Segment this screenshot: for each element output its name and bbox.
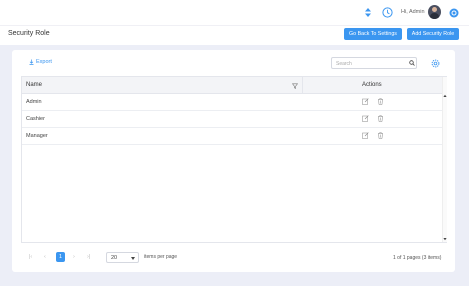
search-box[interactable] [331, 57, 417, 69]
scroll-up-icon[interactable] [443, 94, 447, 98]
previous-page-icon[interactable]: ‹ [44, 254, 46, 260]
filter-icon[interactable] [292, 83, 298, 89]
table-row: Manager [22, 128, 442, 145]
next-page-icon[interactable]: › [73, 254, 75, 260]
row-name: Admin [26, 99, 42, 105]
first-page-icon[interactable]: |‹ [29, 254, 32, 260]
edit-icon[interactable] [362, 98, 369, 105]
column-header-name[interactable]: Name [26, 82, 42, 88]
delete-icon[interactable] [377, 115, 384, 122]
column-settings-gear-icon[interactable] [430, 58, 440, 68]
delete-icon[interactable] [377, 98, 384, 105]
page-size-value: 20 [111, 255, 118, 261]
table-row: Admin [22, 94, 442, 111]
vertical-scrollbar[interactable] [442, 77, 447, 242]
export-label: Export [36, 59, 52, 65]
page-number-button[interactable]: 1 [56, 252, 65, 262]
items-per-page-label: items per page [144, 254, 178, 260]
download-icon [29, 59, 34, 65]
row-name: Cashier [26, 116, 45, 122]
table-row: Cashier [22, 111, 442, 128]
pager-info: 1 of 1 pages (3 items) [393, 255, 442, 261]
edit-icon[interactable] [362, 115, 369, 122]
chevron-down-icon [131, 257, 135, 260]
export-button[interactable]: Export [29, 59, 52, 65]
sort-arrows-icon[interactable] [363, 6, 372, 18]
pager: |‹ ‹ 1 › ›| 20 items per page 1 of 1 pag… [21, 250, 447, 266]
go-back-to-settings-button[interactable]: Go Back To Settings [344, 28, 402, 40]
page-title: Security Role [8, 30, 50, 37]
edit-icon[interactable] [362, 132, 369, 139]
search-input[interactable] [336, 60, 402, 67]
delete-icon[interactable] [377, 132, 384, 139]
scroll-down-icon[interactable] [443, 237, 447, 241]
top-bar [0, 0, 469, 25]
column-divider [302, 77, 303, 94]
search-icon[interactable] [409, 60, 415, 66]
page-size-select[interactable]: 20 [106, 252, 139, 263]
avatar[interactable] [428, 5, 441, 19]
column-header-actions: Actions [362, 82, 382, 88]
user-greeting: Hi, Admin [401, 9, 425, 15]
data-grid: Name Actions Admin Cashier Manager [21, 76, 447, 243]
grid-header: Name Actions [22, 77, 442, 94]
add-security-role-button[interactable]: Add Security Role [407, 28, 459, 40]
last-page-icon[interactable]: ›| [87, 254, 90, 260]
row-name: Manager [26, 133, 48, 139]
settings-badge-icon[interactable] [448, 7, 459, 18]
clock-icon[interactable] [381, 6, 393, 18]
